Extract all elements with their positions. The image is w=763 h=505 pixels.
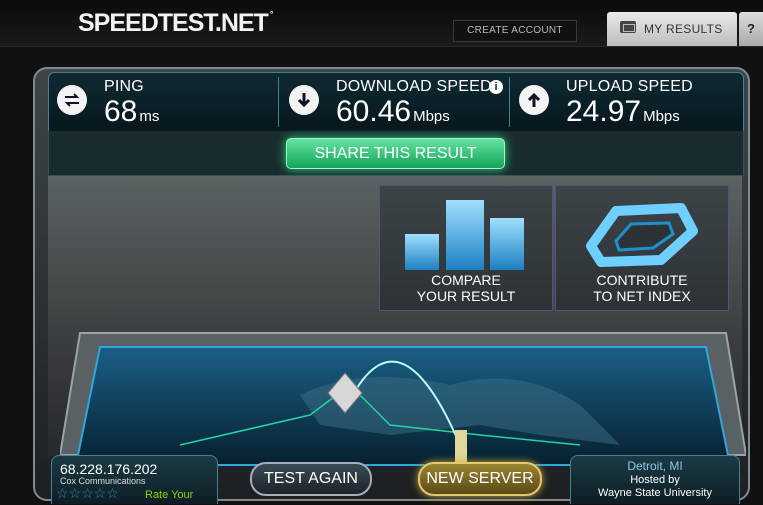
contribute-line2: TO NET INDEX [593, 288, 691, 304]
ip-address: 68.228.176.202 [60, 461, 158, 477]
server-pin-icon [455, 430, 467, 465]
download-value-row: 60.46 Mbps [336, 95, 450, 129]
my-results-label: MY RESULTS [644, 22, 723, 36]
contribute-tile[interactable]: CONTRIBUTE TO NET INDEX [555, 185, 729, 311]
stats-bar: PING 68 ms DOWNLOAD SPEED 60.46 Mbps i UPL… [48, 72, 744, 132]
server-host-info: Hosted by Wayne State University [571, 474, 739, 500]
download-value: 60.46 [336, 95, 412, 128]
speedtest-logo[interactable]: SPEEDTEST.NET ° [78, 9, 273, 38]
compare-line1: COMPARE [431, 272, 501, 288]
server-host: Wayne State University [598, 487, 712, 499]
rating-stars[interactable]: ☆☆☆☆☆ [56, 485, 119, 502]
two-way-arrow-icon [57, 85, 87, 115]
upload-unit: Mbps [643, 108, 680, 125]
my-results-tab[interactable]: MY RESULTS [607, 12, 737, 46]
ping-value-row: 68 ms [104, 95, 159, 129]
ping-value: 68 [104, 95, 138, 128]
compare-caption: COMPARE YOUR RESULT [380, 272, 552, 304]
share-result-button[interactable]: SHARE THIS RESULT [286, 138, 505, 169]
contribute-caption: CONTRIBUTE TO NET INDEX [556, 272, 728, 304]
info-icon[interactable]: i [489, 80, 503, 94]
upload-value: 24.97 [566, 95, 642, 128]
ping-stat: PING 68 ms [49, 73, 277, 131]
upload-stat: UPLOAD SPEED 24.97 Mbps [511, 73, 741, 131]
help-button[interactable]: ? [739, 12, 763, 46]
new-server-button[interactable]: NEW SERVER [418, 462, 542, 496]
server-panel: Detroit, MI Hosted by Wayne State Univer… [570, 455, 740, 504]
down-arrow-icon [289, 85, 319, 115]
test-again-button[interactable]: TEST AGAIN [250, 462, 372, 496]
ping-unit: ms [139, 108, 160, 125]
upload-value-row: 24.97 Mbps [566, 95, 680, 129]
folder-icon [620, 21, 636, 33]
download-title: DOWNLOAD SPEED [336, 78, 492, 95]
bar-chart-icon [405, 200, 524, 270]
download-stat: DOWNLOAD SPEED 60.46 Mbps [281, 73, 509, 131]
hosted-by-label: Hosted by [630, 474, 680, 486]
net-index-icon [586, 203, 698, 267]
logo-text: SPEEDTEST.NET [78, 9, 269, 37]
server-city: Detroit, MI [627, 459, 683, 473]
compare-line2: YOUR RESULT [416, 288, 516, 304]
divider [509, 77, 510, 127]
up-arrow-icon [519, 85, 549, 115]
download-unit: Mbps [413, 108, 450, 125]
logo-mark: ° [269, 9, 273, 19]
client-panel: 68.228.176.202 Cox Communications ☆☆☆☆☆ … [51, 455, 218, 504]
create-account-button[interactable]: CREATE ACCOUNT [453, 20, 577, 42]
top-bar: SPEEDTEST.NET ° CREATE ACCOUNT MY RESULTS… [0, 0, 763, 47]
compare-result-tile[interactable]: COMPARE YOUR RESULT [379, 185, 553, 311]
upload-title: UPLOAD SPEED [566, 78, 693, 95]
contribute-line1: CONTRIBUTE [596, 272, 688, 288]
ping-title: PING [104, 78, 144, 95]
rate-label[interactable]: Rate Your [145, 489, 193, 501]
divider [278, 77, 279, 127]
